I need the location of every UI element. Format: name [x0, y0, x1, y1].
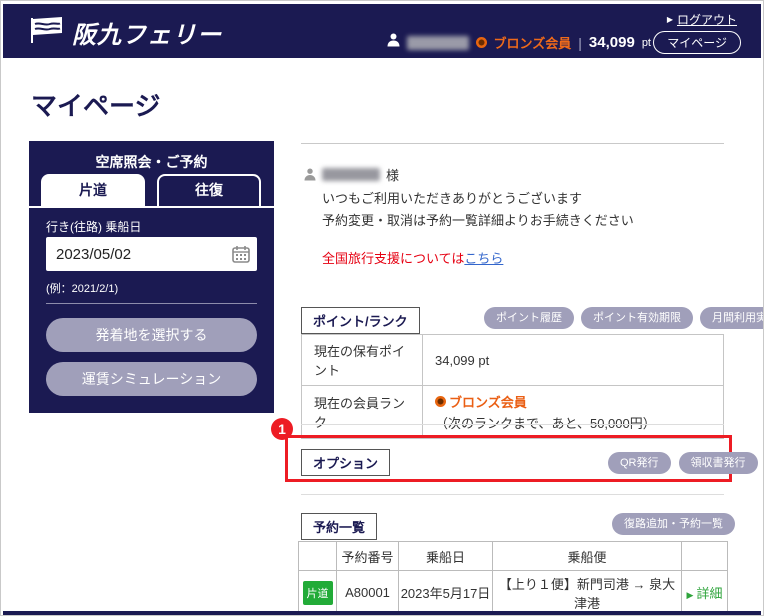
departure-date-input[interactable]	[46, 237, 257, 271]
rank-dot-icon	[435, 396, 446, 407]
arrow-right-icon: ▶	[687, 590, 694, 600]
footer-bar	[3, 611, 761, 616]
options-section-title: オプション	[301, 449, 390, 476]
detail-cell: ▶詳細	[682, 571, 728, 615]
points-row-value: 34,099 pt	[423, 335, 724, 386]
header-rank-label: ブロンズ会員	[494, 33, 572, 52]
rank-row-value: ブロンズ会員 （次のランクまで、あと、50,000円）	[423, 386, 724, 439]
detail-label: 詳細	[696, 586, 722, 601]
notice-text: 全国旅行支援については	[322, 251, 464, 266]
rank-note: （次のランクまで、あと、50,000円）	[435, 413, 711, 432]
table-row: 現在の会員ランク ブロンズ会員 （次のランクまで、あと、50,000円）	[302, 386, 724, 439]
notice-link[interactable]: こちら	[464, 251, 503, 266]
rank-line: ブロンズ会員	[435, 392, 711, 411]
header-user-info: ブロンズ会員 | 34,099 pt	[387, 33, 651, 52]
header-type	[299, 542, 337, 571]
qr-issue-button[interactable]: QR発行	[608, 452, 671, 474]
booking-panel: 空席照会・ご予約 片道 往復 行き(往路) 乗船日 (例：2021/2/1) 発…	[29, 141, 274, 413]
mypage-screen: 阪九フェリー ▶ ログアウト ブロンズ会員 | 34,099 pt マイページ …	[0, 0, 764, 616]
header-date: 乗船日	[399, 542, 493, 571]
table-row: 現在の保有ポイント 34,099 pt	[302, 335, 724, 386]
points-rank-section-title: ポイント/ランク	[301, 307, 420, 334]
header-route: 乗船便	[493, 542, 682, 571]
date-format-example: (例：2021/2/1)	[46, 280, 118, 296]
logout-link[interactable]: ▶ ログアウト	[667, 11, 737, 28]
tab-oneway[interactable]: 片道	[41, 174, 145, 206]
tab-underline	[29, 206, 274, 208]
sidebar-divider	[46, 303, 257, 304]
select-departure-button[interactable]: 発着地を選択する	[46, 318, 257, 352]
greeting-name-line: 様	[322, 165, 399, 184]
reservation-number-cell: A80001	[337, 571, 399, 615]
logo-text: 阪九フェリー	[72, 15, 222, 50]
departure-date-label: 行き(往路) 乗船日	[46, 218, 141, 235]
options-buttons: QR発行 領収書発行	[608, 452, 758, 474]
divider	[301, 424, 724, 425]
rank-name: ブロンズ会員	[449, 392, 527, 411]
rank-row-label: 現在の会員ランク	[302, 386, 423, 439]
masked-user-name	[407, 36, 469, 50]
header-points-value: 34,099	[589, 34, 635, 51]
point-history-button[interactable]: ポイント履歴	[484, 307, 574, 329]
divider	[301, 494, 724, 495]
content-divider	[301, 143, 724, 144]
reservations-table: 予約番号 乗船日 乗船便 片道 A80001 2023年5月17日 【上り１便】…	[298, 541, 728, 615]
trip-type-cell: 片道	[299, 571, 337, 615]
fare-simulation-button[interactable]: 運賃シミュレーション	[46, 362, 257, 396]
greeting-line-1: いつもご利用いただきありがとうございます	[322, 188, 582, 207]
name-suffix: 様	[386, 165, 399, 184]
return-trip-add-button[interactable]: 復路追加・予約一覧	[612, 513, 735, 535]
detail-link[interactable]: ▶詳細	[687, 586, 723, 601]
user-icon	[387, 33, 400, 52]
ferry-flag-icon	[29, 16, 65, 49]
travel-support-notice: 全国旅行支援についてはこちら	[322, 248, 503, 267]
arrow-right-icon: ▶	[667, 15, 673, 24]
header-number: 予約番号	[337, 542, 399, 571]
route-cell: 【上り１便】新門司港 → 泉大津港	[493, 571, 682, 615]
header-points-unit: pt	[642, 37, 651, 49]
monthly-usage-button[interactable]: 月間利用実績	[700, 307, 764, 329]
user-icon	[304, 168, 316, 186]
rank-dot-icon	[476, 37, 487, 48]
logout-label: ログアウト	[677, 11, 737, 28]
booking-panel-title: 空席照会・ご予約	[29, 152, 274, 172]
oneway-badge: 片道	[303, 581, 333, 605]
separator: |	[578, 35, 582, 51]
calendar-icon[interactable]	[232, 245, 250, 263]
masked-user-name	[322, 168, 380, 181]
table-row: 片道 A80001 2023年5月17日 【上り１便】新門司港 → 泉大津港 ▶…	[299, 571, 728, 615]
points-row-label: 現在の保有ポイント	[302, 335, 423, 386]
page-title: マイページ	[31, 86, 160, 123]
point-expiry-button[interactable]: ポイント有効期限	[581, 307, 693, 329]
logo[interactable]: 阪九フェリー	[29, 15, 222, 50]
reservations-section-title: 予約一覧	[301, 513, 377, 540]
greeting-line-2: 予約変更・取消は予約一覧詳細よりお手続きください	[322, 210, 634, 229]
annotation-number-badge: 1	[271, 418, 293, 440]
tab-roundtrip[interactable]: 往復	[157, 174, 261, 206]
mypage-button[interactable]: マイページ	[653, 31, 741, 54]
header-detail	[682, 542, 728, 571]
receipt-issue-button[interactable]: 領収書発行	[679, 452, 758, 474]
points-buttons: ポイント履歴 ポイント有効期限 月間利用実績	[484, 307, 764, 329]
header-bar: 阪九フェリー ▶ ログアウト ブロンズ会員 | 34,099 pt マイページ	[3, 4, 761, 58]
table-header-row: 予約番号 乗船日 乗船便	[299, 542, 728, 571]
boarding-date-cell: 2023年5月17日	[399, 571, 493, 615]
